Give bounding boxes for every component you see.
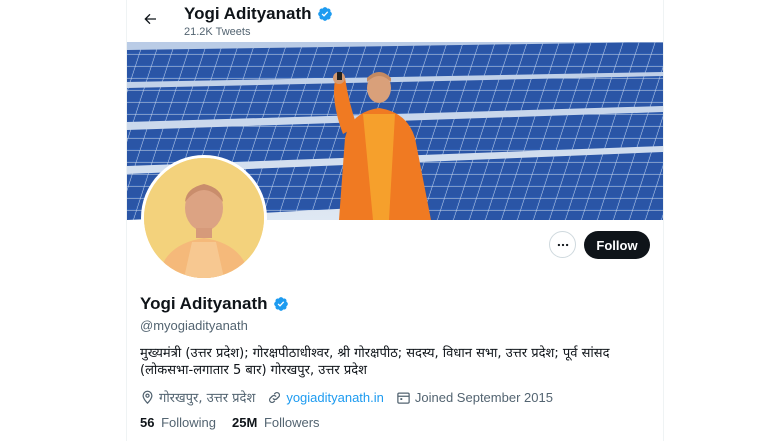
tweet-count: 21.2K Tweets [184,26,251,38]
header-name-text: Yogi Adityanath [184,4,312,23]
profile-stats: 56 Following 25M Followers [140,415,336,430]
location-text: गोरखपुर, उत्तर प्रदेश [159,391,256,406]
profile-name: Yogi Adityanath [140,294,289,314]
column-border-right [663,0,664,441]
profile-handle: @myogiadityanath [140,318,248,333]
profile-header: Yogi Adityanath 21.2K Tweets [127,0,663,42]
followers-count: 25M [232,415,258,430]
profile-name-text: Yogi Adityanath [140,294,268,313]
verified-badge-icon [273,297,288,311]
follow-button[interactable]: Follow [584,231,650,259]
joined-item: Joined September 2015 [396,390,553,405]
avatar-image [144,158,264,278]
website-link[interactable]: yogiadityanath.in [286,390,384,405]
link-icon [269,391,281,403]
header-title: Yogi Adityanath [184,4,333,24]
verified-badge-icon [317,7,332,21]
website-item[interactable]: yogiadityanath.in [267,390,384,405]
arrow-left-icon [144,13,156,25]
more-horizontal-icon [557,243,568,246]
location-pin-icon [142,390,153,404]
calendar-icon [397,392,410,404]
location-item: गोरखपुर, उत्तर प्रदेश [140,388,255,406]
back-button[interactable] [137,6,163,32]
profile-bio: मुख्यमंत्री (उत्तर प्रदेश); गोरक्षपीठाधी… [140,346,610,378]
joined-text: Joined September 2015 [414,389,553,405]
followers-label: Followers [263,415,320,430]
followers-link[interactable]: 25M Followers [232,415,320,430]
following-link[interactable]: 56 Following [140,415,216,430]
following-count: 56 [140,415,155,430]
more-button[interactable] [549,231,576,258]
following-label: Following [161,415,217,430]
avatar[interactable] [141,155,267,281]
profile-meta: गोरखपुर, उत्तर प्रदेश yogiadityanath.in … [140,388,565,406]
